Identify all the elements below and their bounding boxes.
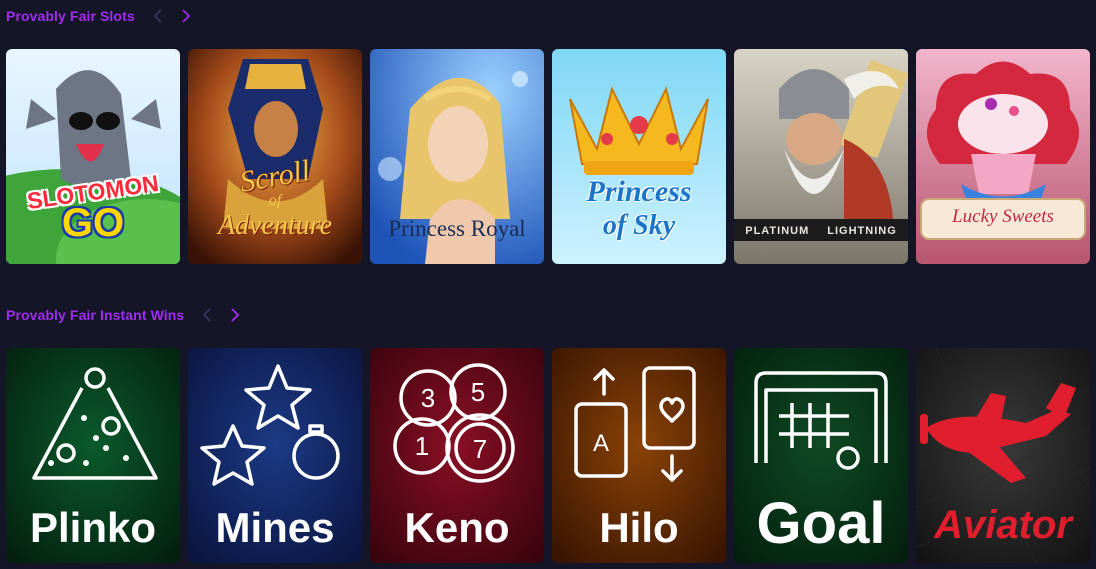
keno-ball-5: 5 [471, 377, 485, 407]
princess-of-sky-title-line2: of Sky [602, 210, 676, 241]
platinum-lightning-title-line2: LIGHTNING [827, 225, 897, 237]
platinum-lightning-title: PLATINUM LIGHTNING [734, 225, 908, 237]
goal-title: Goal [756, 491, 886, 556]
platinum-lightning-title-line1: PLATINUM [745, 225, 810, 237]
mines-title: Mines [215, 504, 335, 551]
game-tile-plinko[interactable]: Plinko [6, 348, 180, 563]
slots-carousel: SLOTOMON GO Scroll of Adventure Princess… [6, 49, 1090, 264]
lucky-sweets-art [916, 49, 1090, 264]
keno-title: Keno [404, 504, 510, 551]
scroll-title-line2: of [268, 192, 282, 209]
chevron-right-icon [231, 308, 240, 322]
slotomon-go-title-line2: GO [61, 201, 125, 245]
princess-of-sky-title-line1: Princess [586, 175, 692, 208]
game-tile-princess-royal[interactable]: Princess Royal [370, 49, 544, 264]
game-tile-aviator[interactable]: Aviator [916, 348, 1090, 563]
instant-wins-carousel: Plinko Mines 3 5 1 7 Keno A Hilo Goal Av… [6, 348, 1090, 563]
instant-wins-section-header: Provably Fair Instant Wins [6, 305, 244, 325]
slots-next-button[interactable] [177, 7, 195, 25]
keno-ball-3: 3 [421, 383, 435, 413]
slots-section-header: Provably Fair Slots [6, 6, 195, 26]
game-tile-scroll-of-adventure[interactable]: Scroll of Adventure [188, 49, 362, 264]
game-tile-platinum-lightning[interactable]: PLATINUM LIGHTNING [734, 49, 908, 264]
chevron-right-icon [182, 9, 191, 23]
game-tile-lucky-sweets[interactable]: Lucky Sweets [916, 49, 1090, 264]
chevron-left-icon [203, 308, 211, 322]
hilo-card-letter: A [593, 430, 609, 457]
game-tile-keno[interactable]: 3 5 1 7 Keno [370, 348, 544, 563]
keno-ball-1: 1 [415, 431, 429, 461]
hilo-title: Hilo [599, 504, 679, 551]
section-title: Provably Fair Instant Wins [6, 307, 185, 323]
keno-ball-7: 7 [473, 434, 487, 464]
game-tile-hilo[interactable]: A Hilo [552, 348, 726, 563]
game-tile-mines[interactable]: Mines [188, 348, 362, 563]
plinko-title: Plinko [29, 504, 157, 551]
aviator-title: Aviator [934, 503, 1072, 547]
section-title: Provably Fair Slots [6, 8, 135, 24]
chevron-left-icon [153, 9, 162, 23]
instant-next-button[interactable] [226, 306, 244, 324]
princess-royal-title: Princess Royal [388, 216, 526, 241]
game-tile-goal[interactable]: Goal [734, 348, 908, 563]
instant-prev-button[interactable] [198, 306, 216, 324]
game-tile-slotomon-go[interactable]: SLOTOMON GO [6, 49, 180, 264]
lucky-sweets-title: Lucky Sweets [952, 206, 1054, 227]
scroll-title-line3: Adventure [217, 210, 333, 241]
slots-prev-button[interactable] [149, 7, 167, 25]
game-tile-princess-of-sky[interactable]: Princess of Sky [552, 49, 726, 264]
